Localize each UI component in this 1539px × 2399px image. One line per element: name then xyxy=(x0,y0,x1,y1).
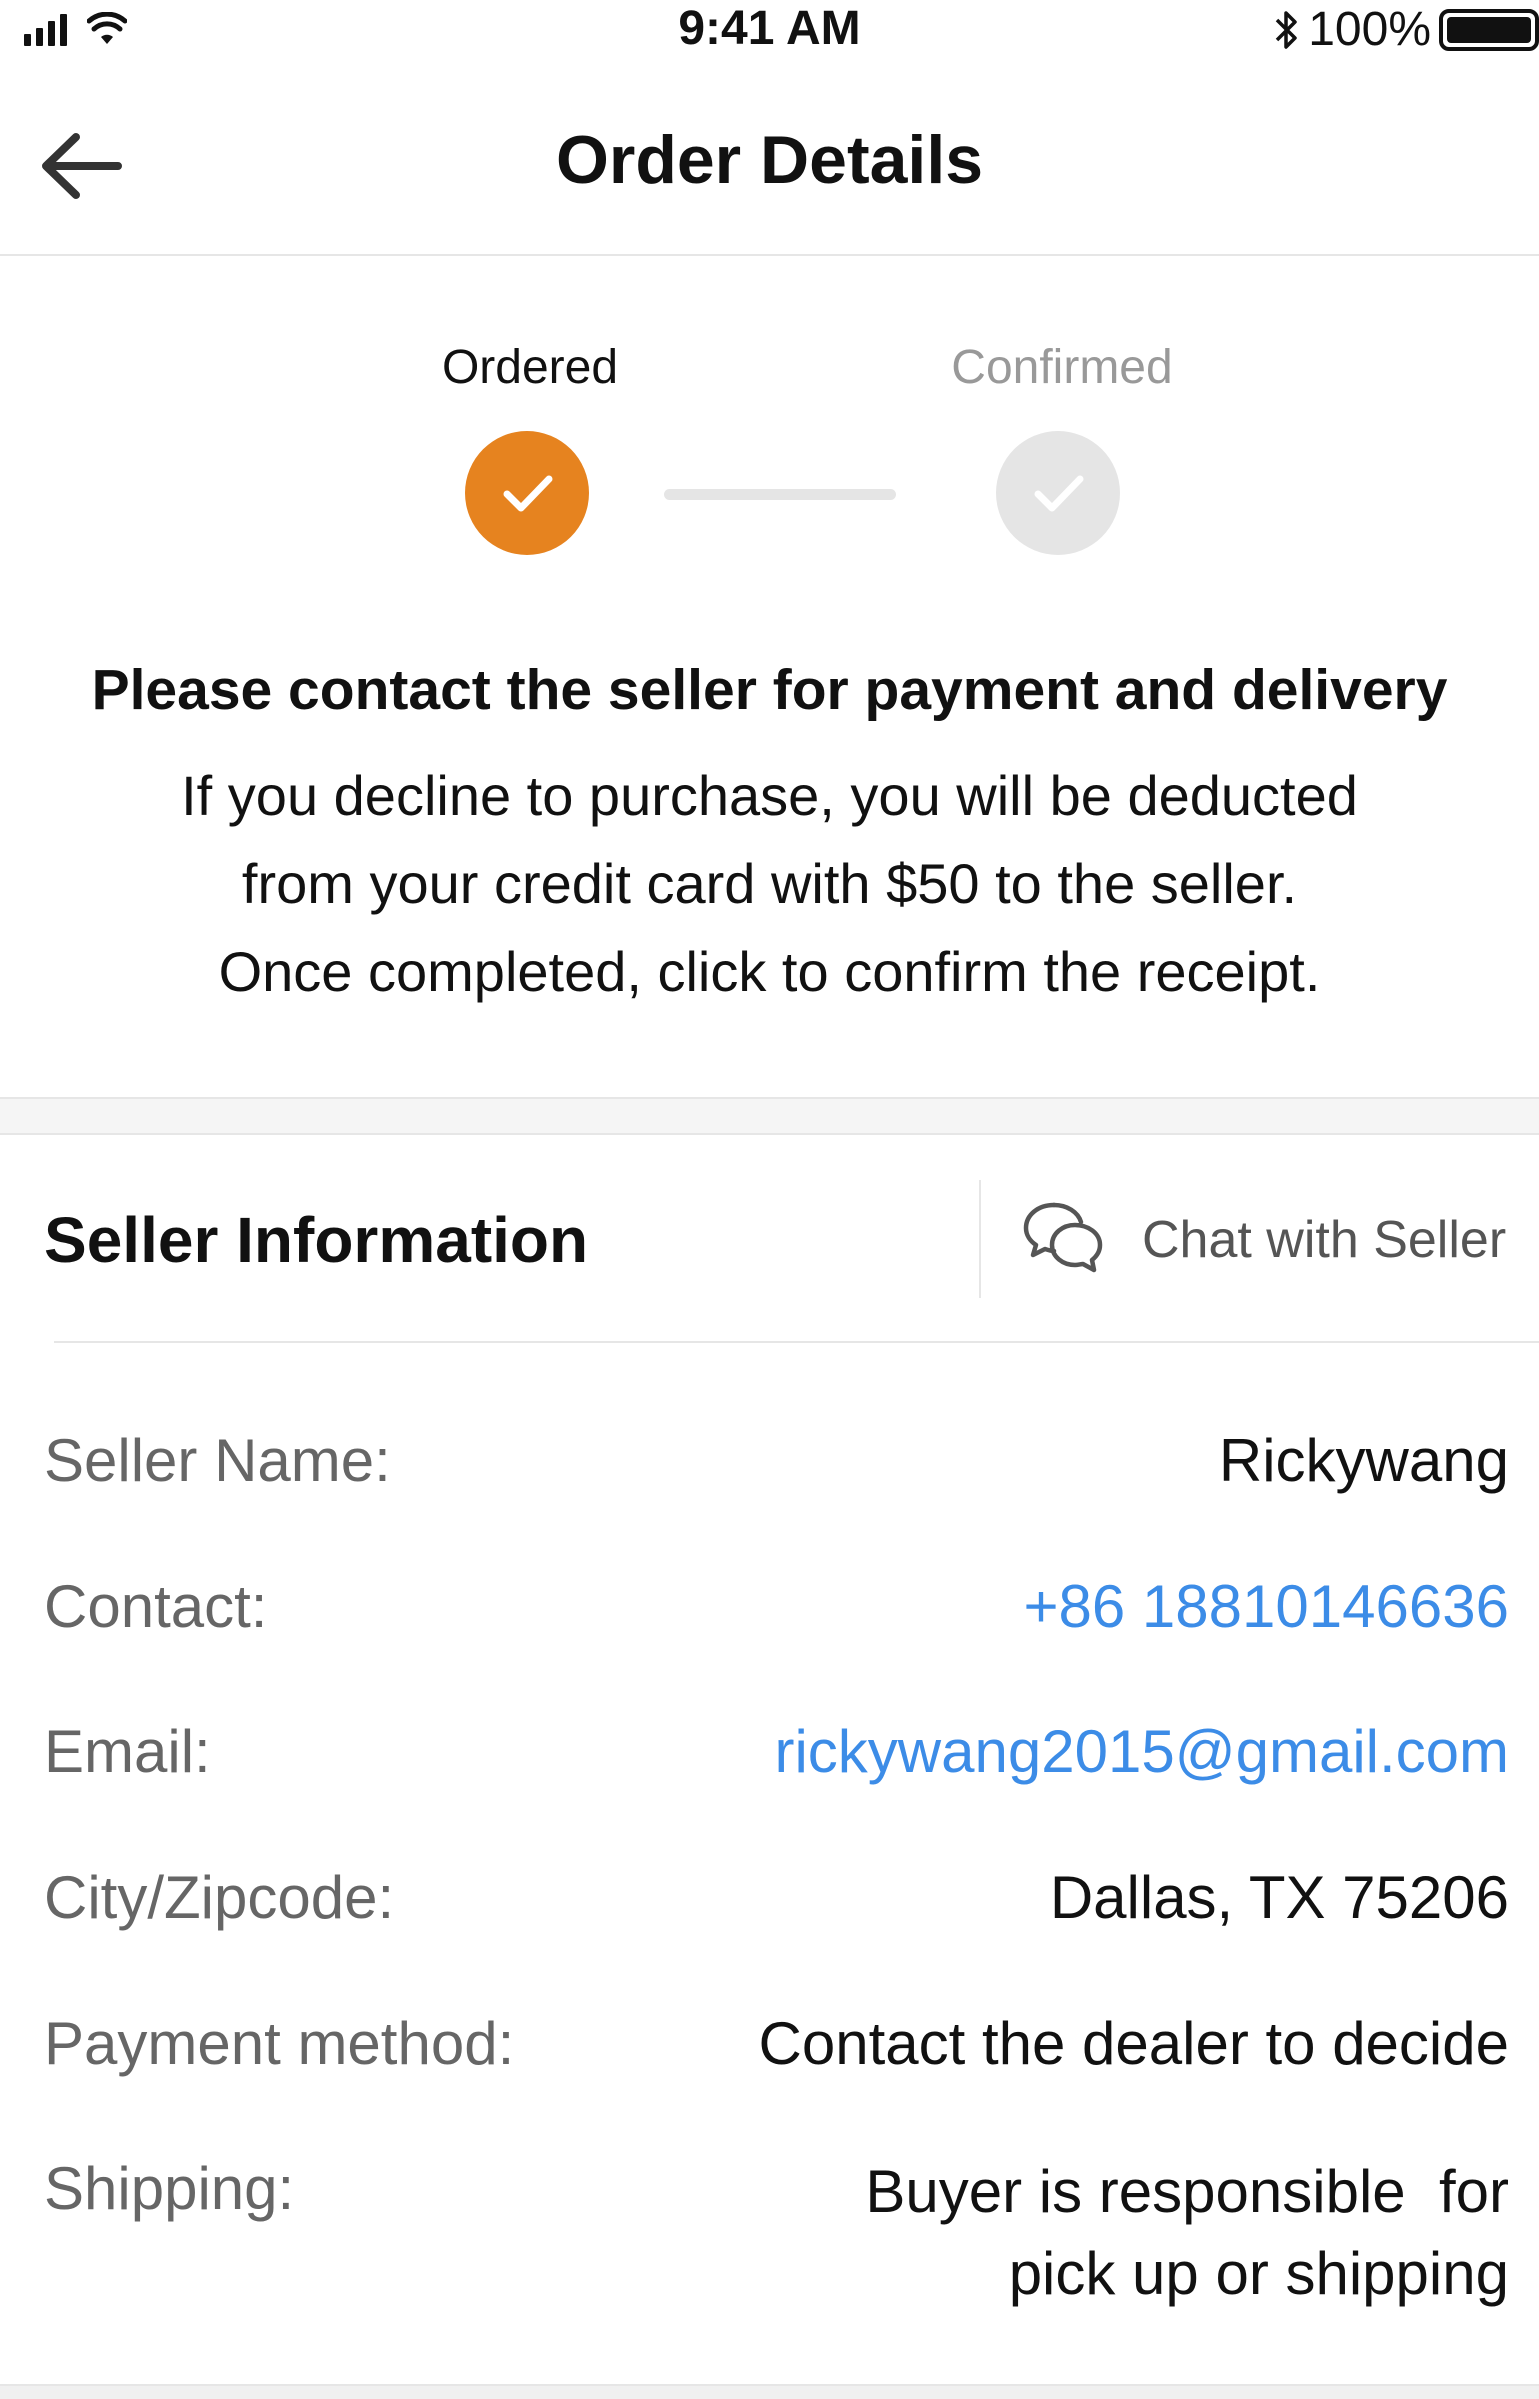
check-icon xyxy=(503,475,553,512)
nav-bar: Order Details xyxy=(0,60,1539,256)
chat-with-seller-label: Chat with Seller xyxy=(1142,1211,1507,1269)
email-label: Email: xyxy=(44,1718,211,1785)
shipping-label: Shipping: xyxy=(44,2155,295,2222)
email-link[interactable]: rickywang2015@gmail.com xyxy=(774,1714,1509,1790)
step-confirmed-check xyxy=(996,431,1120,555)
payment-method-label: Payment method: xyxy=(44,2010,515,2077)
header-bottom-divider xyxy=(54,1341,1539,1343)
page-title: Order Details xyxy=(555,122,984,198)
contact-label: Contact: xyxy=(44,1573,268,1640)
battery-percent: 100% xyxy=(1308,3,1431,56)
contact-phone-link[interactable]: +86 18810146636 xyxy=(1023,1569,1509,1645)
step-connector xyxy=(664,489,896,500)
notice-title: Please contact the seller for payment an… xyxy=(91,658,1448,722)
notice-body: If you decline to purchase, you will be … xyxy=(0,752,1539,1016)
bluetooth-icon xyxy=(1275,11,1297,49)
bottom-section-edge xyxy=(0,2384,1539,2399)
notice-line: If you decline to purchase, you will be … xyxy=(181,764,1358,827)
city-value: Dallas, TX 75206 xyxy=(1049,1864,1509,1931)
header-divider xyxy=(979,1180,981,1298)
step-label-confirmed: Confirmed xyxy=(951,341,1173,394)
shipping-value-line: pick up or shipping xyxy=(1008,2240,1509,2307)
step-ordered-check xyxy=(465,431,589,555)
chat-bubbles-icon xyxy=(1023,1202,1103,1273)
order-details-screen: 9:41 AM 100% Order Details Ordered Confi… xyxy=(0,0,1539,2399)
notice-line: from your credit card with $50 to the se… xyxy=(241,852,1298,915)
seller-name-value: Rickywang xyxy=(1218,1427,1509,1494)
shipping-value-line: Buyer is responsible for xyxy=(865,2158,1509,2225)
check-icon xyxy=(1034,475,1084,512)
section-divider xyxy=(0,1097,1539,1135)
seller-section-title: Seller Information xyxy=(44,1204,589,1276)
shipping-value: Buyer is responsible for pick up or ship… xyxy=(749,2151,1509,2315)
step-label-ordered: Ordered xyxy=(441,341,619,394)
chat-with-seller-button[interactable]: Chat with Seller xyxy=(1020,1190,1520,1290)
city-label: City/Zipcode: xyxy=(44,1864,395,1931)
seller-name-label: Seller Name: xyxy=(44,1427,391,1494)
payment-method-value: Contact the dealer to decide xyxy=(758,2010,1510,2077)
notice-line: Once completed, click to confirm the rec… xyxy=(218,940,1321,1003)
battery-icon xyxy=(1439,9,1539,51)
status-bar: 9:41 AM 100% xyxy=(0,0,1539,60)
